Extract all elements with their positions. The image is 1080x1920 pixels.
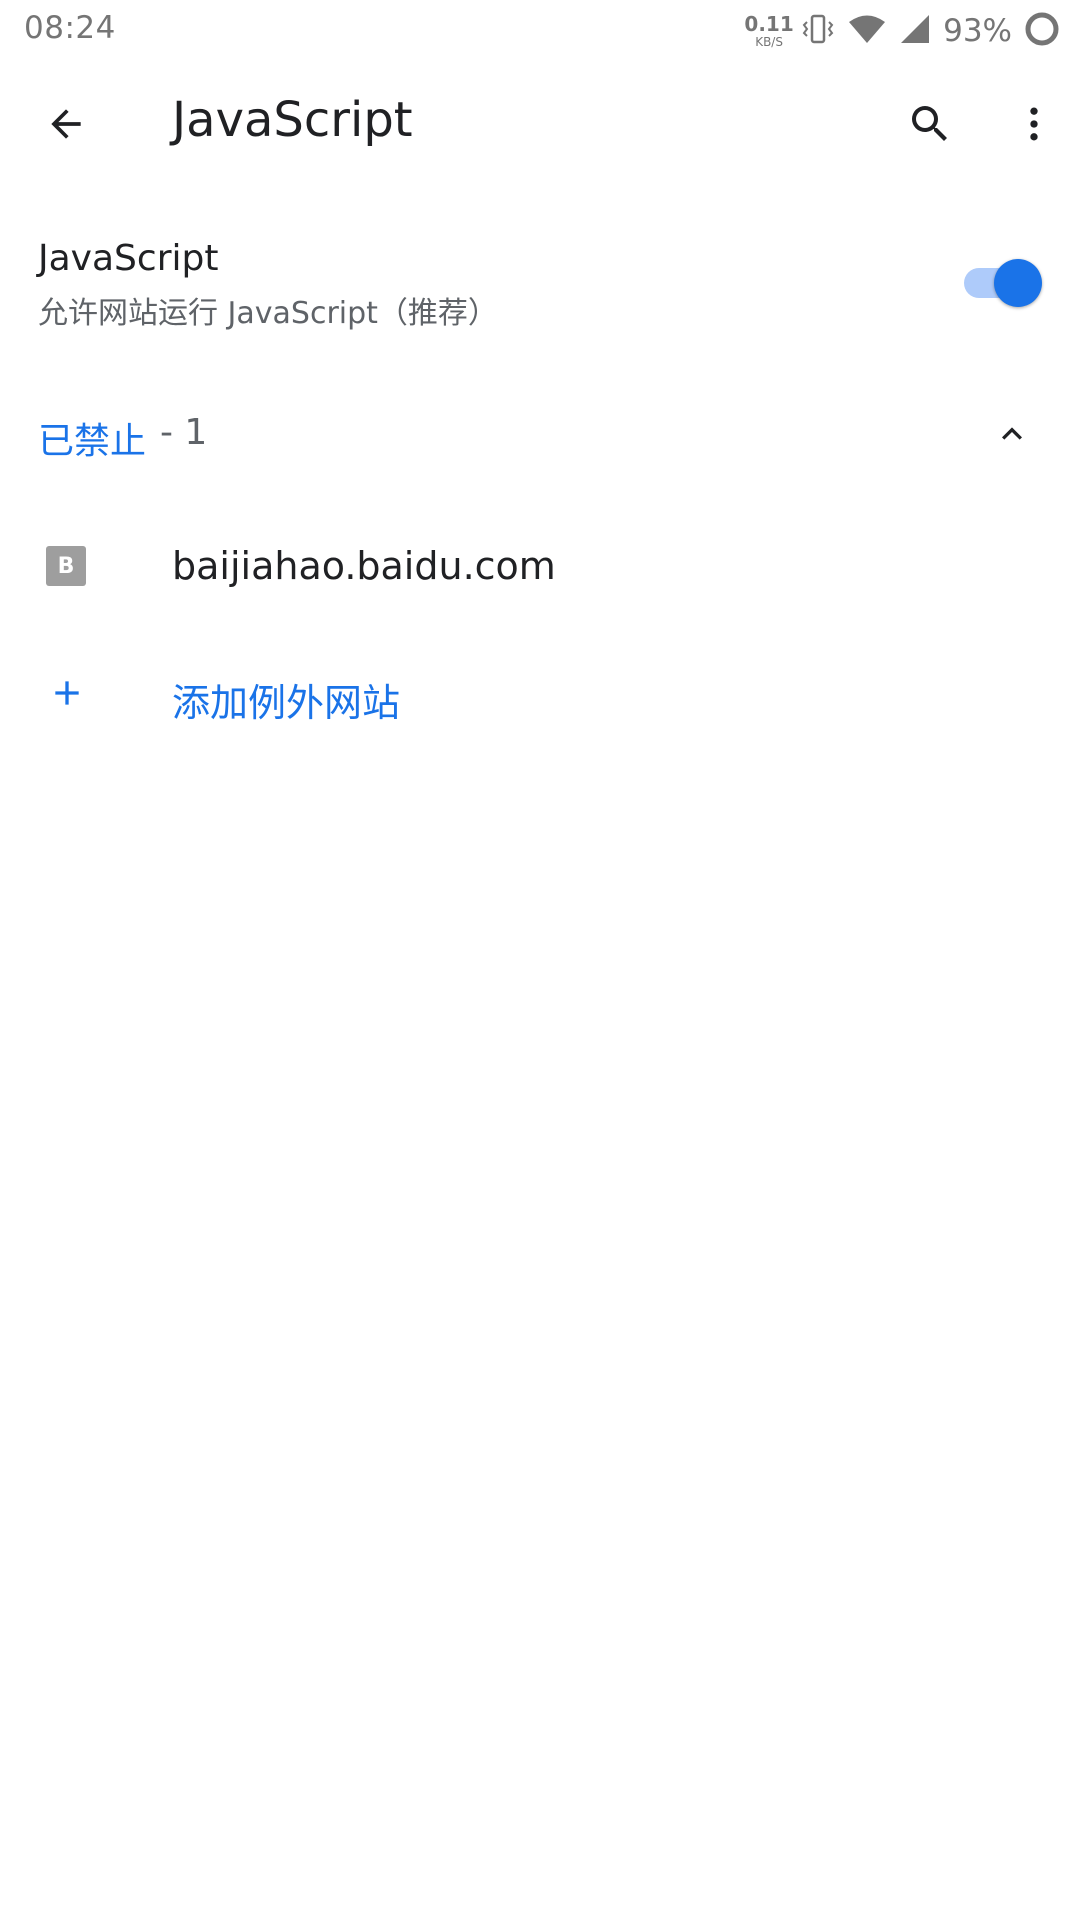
javascript-setting-subtitle: 允许网站运行 JavaScript（推荐）	[38, 296, 498, 331]
back-button[interactable]	[30, 94, 102, 154]
blocked-section-count: - 1	[160, 412, 208, 453]
network-speed-value: 0.11	[744, 12, 794, 36]
add-exception-label: 添加例外网站	[172, 681, 401, 725]
network-speed-unit: KB/S	[755, 35, 783, 49]
search-button[interactable]	[898, 94, 962, 154]
chevron-up-icon	[1002, 427, 1022, 440]
battery-icon	[1024, 11, 1060, 51]
cellular-signal-icon	[899, 13, 931, 49]
javascript-setting-row[interactable]: JavaScript 允许网站运行 JavaScript（推荐）	[0, 220, 1080, 340]
blocked-section-header[interactable]: 已禁止 - 1	[0, 394, 1080, 474]
site-favicon: B	[46, 546, 86, 586]
site-name: baijiahao.baidu.com	[172, 544, 556, 588]
more-options-button[interactable]	[1006, 94, 1062, 154]
battery-percent: 93%	[943, 13, 1012, 49]
javascript-setting-title: JavaScript	[38, 238, 219, 279]
status-icons: 0.11 KB/S 93%	[744, 8, 1060, 54]
more-vert-icon	[1030, 107, 1038, 141]
javascript-toggle[interactable]	[964, 259, 1042, 307]
status-bar: 08:24 0.11 KB/S 93%	[0, 0, 1080, 62]
add-exception-button[interactable]: 添加例外网站	[0, 650, 1080, 740]
blocked-section-label: 已禁止	[38, 421, 147, 462]
app-bar: JavaScript	[0, 62, 1080, 186]
toggle-thumb	[994, 259, 1042, 307]
add-icon	[44, 670, 90, 716]
network-speed: 0.11 KB/S	[744, 14, 793, 49]
search-icon	[912, 106, 947, 141]
page-title: JavaScript	[172, 92, 413, 148]
vibrate-icon	[801, 13, 835, 49]
status-time: 08:24	[24, 10, 116, 46]
site-list-item[interactable]: B baijiahao.baidu.com	[0, 522, 1080, 612]
wifi-icon	[847, 13, 887, 49]
arrow-back-icon	[51, 109, 81, 139]
collapse-button[interactable]	[986, 408, 1038, 460]
